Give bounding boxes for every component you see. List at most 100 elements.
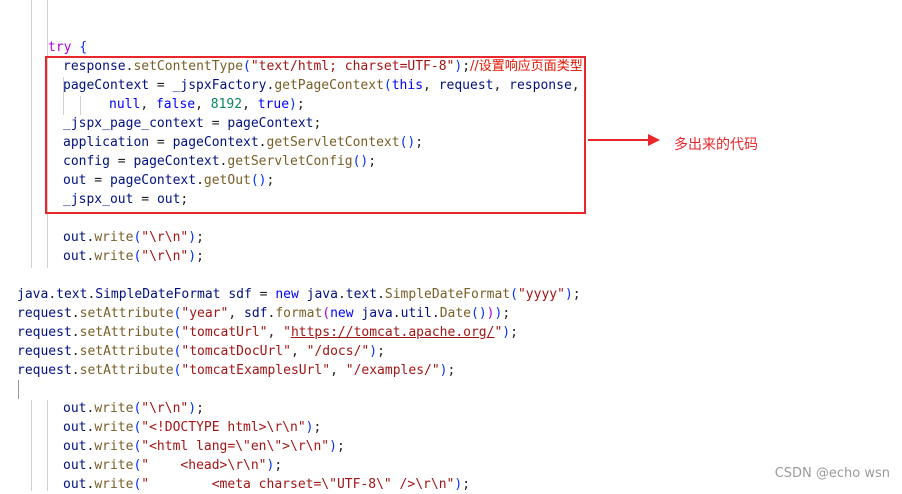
code-token: write — [94, 249, 134, 264]
code-token: try — [48, 40, 72, 55]
code-token: ; — [447, 363, 456, 378]
code-line[interactable] — [0, 380, 902, 399]
code-token: new — [275, 287, 299, 302]
code-token: "/examples/" — [345, 363, 440, 378]
code-token: ( — [322, 306, 331, 321]
code-token: ) — [502, 325, 511, 340]
code-token: ) — [188, 249, 197, 264]
code-token: Date — [439, 306, 472, 321]
code-token: ; — [274, 458, 283, 473]
code-token: java — [306, 287, 338, 302]
code-token: format — [275, 306, 323, 321]
code-token: ) — [188, 401, 197, 416]
code-line[interactable]: out.write("\r\n"); — [0, 228, 902, 247]
code-line[interactable]: out.write(" <meta charset=\"UTF-8\" />\r… — [0, 475, 902, 494]
code-token: out — [63, 439, 87, 454]
code-token: "/docs/" — [306, 344, 370, 359]
code-token: SimpleDateFormat — [384, 287, 511, 302]
watermark: CSDN @echo wsn — [774, 466, 890, 481]
code-token: " <head>\r\n" — [141, 458, 267, 473]
code-line[interactable]: out.write("<html lang=\"en\">\r\n"); — [0, 437, 902, 456]
code-token: ) — [439, 363, 448, 378]
code-token: new — [330, 306, 354, 321]
text-cursor — [18, 380, 19, 399]
code-token: out — [63, 401, 87, 416]
code-token: ; — [336, 439, 345, 454]
code-token: ) — [564, 287, 573, 302]
code-token: " — [283, 325, 291, 340]
code-token: util — [400, 306, 432, 321]
code-token: . — [377, 287, 385, 302]
code-line[interactable]: request.setAttribute("tomcatUrl", "https… — [0, 323, 902, 342]
code-token: text — [56, 287, 88, 302]
code-token: setAttribute — [79, 363, 174, 378]
code-line[interactable]: out.write("\r\n"); — [0, 399, 902, 418]
code-token: () — [471, 306, 487, 321]
code-line[interactable]: request.setAttribute("tomcatExamplesUrl"… — [0, 361, 902, 380]
code-token: ; — [377, 344, 385, 359]
code-token: text — [345, 287, 378, 302]
code-editor[interactable]: try {response.setContentType("text/html;… — [0, 0, 902, 494]
code-token: request — [17, 325, 72, 340]
code-token: . — [337, 287, 346, 302]
code-token: , — [267, 325, 284, 340]
code-token: ( — [510, 287, 518, 302]
code-line[interactable] — [0, 266, 902, 285]
code-token: ; — [462, 477, 471, 492]
code-token: ; — [510, 325, 518, 340]
code-token: out — [63, 249, 87, 264]
code-token: https://tomcat.apache.org/ — [290, 325, 495, 340]
code-line[interactable]: out.write("\r\n"); — [0, 247, 902, 266]
code-token: "yyyy" — [517, 287, 565, 302]
code-token: ) — [369, 344, 378, 359]
code-token: "tomcatExamplesUrl" — [181, 363, 331, 378]
code-token: { — [79, 40, 88, 55]
code-token: request — [17, 306, 72, 321]
code-line[interactable]: try { — [0, 38, 902, 57]
code-token: sdf — [228, 287, 252, 302]
code-token: "tomcatDocUrl" — [181, 344, 291, 359]
code-line[interactable]: java.text.SimpleDateFormat sdf = new jav… — [0, 285, 902, 304]
code-token: , — [228, 306, 244, 321]
code-token: SimpleDateFormat — [95, 287, 221, 302]
code-token: . — [48, 287, 57, 302]
code-token: . — [71, 344, 80, 359]
code-line[interactable]: out.write(" <head>\r\n"); — [0, 456, 902, 475]
code-token: out — [63, 420, 87, 435]
code-token: write — [94, 230, 134, 245]
code-token: ; — [572, 287, 581, 302]
code-token: ; — [502, 306, 511, 321]
code-token: out — [63, 477, 87, 492]
code-token: . — [71, 363, 80, 378]
annotation-label: 多出来的代码 — [674, 137, 758, 153]
code-token: sdf — [244, 306, 268, 321]
code-token: ) — [329, 439, 337, 454]
code-token: ) — [486, 306, 495, 321]
code-token: setAttribute — [79, 344, 174, 359]
code-token: "\r\n" — [141, 230, 189, 245]
code-line[interactable]: request.setAttribute("year", sdf.format(… — [0, 304, 902, 323]
code-token: out — [63, 230, 87, 245]
code-token: , — [330, 363, 346, 378]
code-line[interactable]: out.write("<!DOCTYPE html>\r\n"); — [0, 418, 902, 437]
code-token: ; — [196, 230, 204, 245]
code-token: out — [63, 458, 87, 473]
code-token: write — [94, 458, 134, 473]
code-line[interactable]: request.setAttribute("tomcatDocUrl", "/d… — [0, 342, 902, 361]
code-token: ; — [196, 401, 204, 416]
code-token: . — [431, 306, 440, 321]
code-token: , — [290, 344, 307, 359]
code-token: . — [392, 306, 401, 321]
code-token: "year" — [181, 306, 229, 321]
code-token: write — [94, 401, 134, 416]
code-token: setAttribute — [79, 325, 174, 340]
code-token: ; — [313, 420, 322, 435]
highlight-box — [45, 56, 586, 214]
code-token: java — [361, 306, 393, 321]
arrow-head-icon — [648, 134, 660, 146]
code-token: request — [17, 363, 72, 378]
code-token: java — [17, 287, 49, 302]
code-token: request — [17, 344, 72, 359]
code-token: . — [71, 306, 80, 321]
code-token: ; — [196, 249, 204, 264]
